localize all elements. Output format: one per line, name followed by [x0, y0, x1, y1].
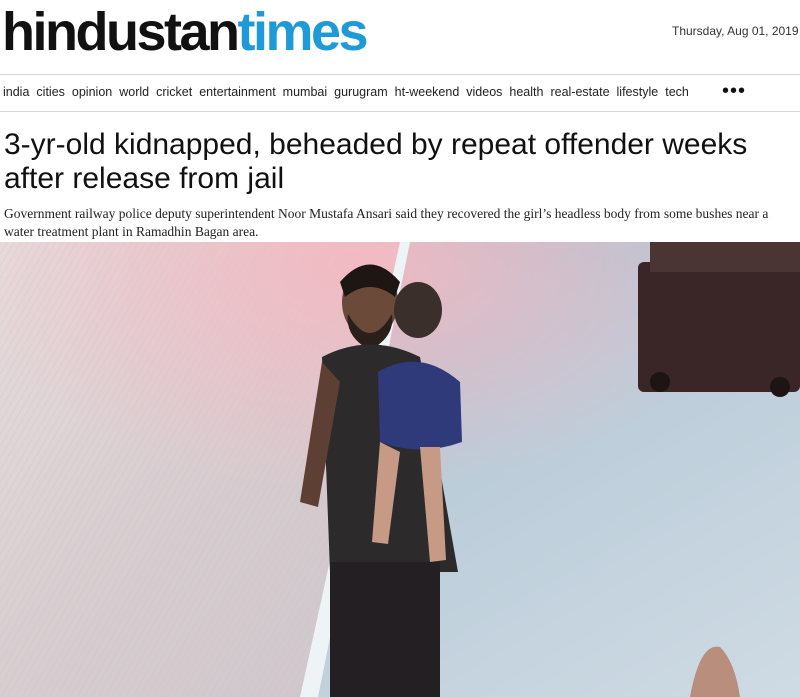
- nav-item-opinion[interactable]: opinion: [72, 85, 112, 99]
- nav-item-lifestyle[interactable]: lifestyle: [617, 85, 659, 99]
- nav-item-real-estate[interactable]: real-estate: [550, 85, 609, 99]
- more-dots-icon[interactable]: •••: [722, 81, 746, 101]
- logo-text-times: times: [237, 2, 368, 62]
- nav-item-cities[interactable]: cities: [36, 85, 64, 99]
- nav-item-gurugram[interactable]: gurugram: [334, 85, 388, 99]
- site-logo[interactable]: hindustantimes: [2, 2, 369, 62]
- logo-text-hindustan: hindustan: [2, 2, 240, 62]
- article-summary: Government railway police deputy superin…: [4, 206, 769, 239]
- masthead: hindustantimes Thursday, Aug 01, 2019: [0, 0, 800, 70]
- nav-list: india cities opinion world cricket enter…: [3, 85, 696, 99]
- nav-item-cricket[interactable]: cricket: [156, 85, 192, 99]
- nav-item-india[interactable]: india: [3, 85, 29, 99]
- nav-item-world[interactable]: world: [119, 85, 149, 99]
- article-photo[interactable]: [0, 242, 800, 697]
- nav-item-health[interactable]: health: [509, 85, 543, 99]
- main-nav: india cities opinion world cricket enter…: [0, 74, 800, 112]
- nav-item-entertainment[interactable]: entertainment: [199, 85, 275, 99]
- photo-cart: [638, 242, 800, 397]
- nav-item-ht-weekend[interactable]: ht-weekend: [395, 85, 460, 99]
- nav-item-mumbai[interactable]: mumbai: [283, 85, 327, 99]
- article-headline[interactable]: 3-yr-old kidnapped, beheaded by repeat o…: [4, 128, 794, 196]
- nav-item-videos[interactable]: videos: [466, 85, 502, 99]
- current-date: Thursday, Aug 01, 2019: [672, 24, 799, 38]
- nav-item-tech[interactable]: tech: [665, 85, 689, 99]
